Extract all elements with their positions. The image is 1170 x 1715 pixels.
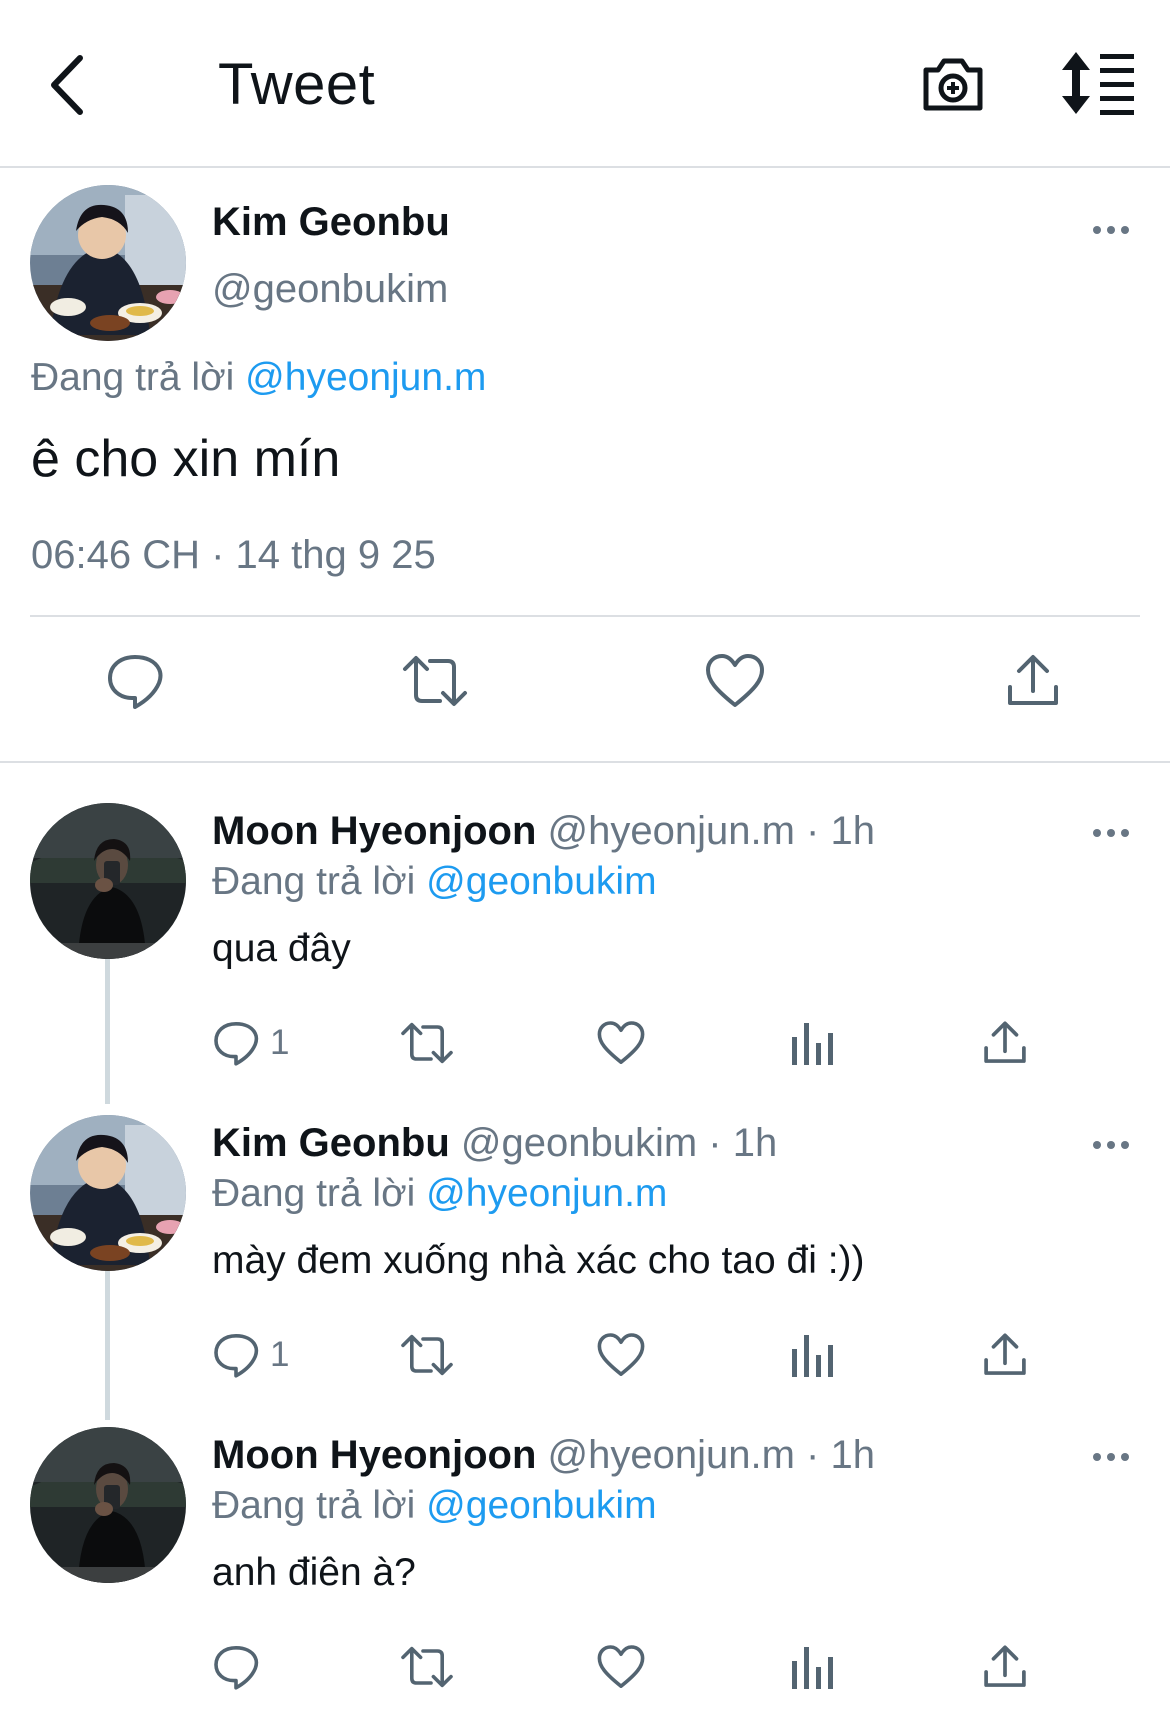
more-options-button[interactable] [1086, 1130, 1136, 1160]
replying-to-prefix: Đang trả lời [212, 1172, 416, 1215]
more-options-button[interactable] [1086, 215, 1136, 245]
divider [30, 615, 1140, 617]
reply-action-bar [212, 1637, 1072, 1697]
reply-button[interactable]: 1 [212, 1013, 289, 1073]
top-navigation-bar: Tweet [0, 0, 1170, 168]
heart-icon [597, 1021, 645, 1064]
more-options-button[interactable] [1086, 818, 1136, 848]
reply-button[interactable]: 1 [212, 1325, 289, 1385]
retweet-button[interactable] [400, 1637, 454, 1697]
replying-to-line: Đang trả lời @geonbukim [212, 1482, 657, 1530]
reply-bubble-icon [108, 655, 163, 709]
share-button[interactable] [982, 1013, 1028, 1073]
reply-tweet: Moon Hyeonjoon @hyeonjun.m · 1h Đang trả… [0, 1427, 1170, 1715]
heart-icon [597, 1645, 645, 1688]
more-options-button[interactable] [1086, 1442, 1136, 1472]
replying-to-mention[interactable]: @hyeonjun.m [245, 356, 486, 399]
reply-count: 1 [270, 1335, 290, 1374]
share-button[interactable] [998, 646, 1068, 716]
share-upload-icon [1008, 655, 1058, 705]
reply-text: qua đây [212, 927, 351, 970]
retweet-icon [401, 1646, 453, 1688]
retweet-button[interactable] [400, 646, 470, 716]
heart-icon [597, 1333, 645, 1376]
retweet-icon [403, 656, 467, 706]
reply-header: Kim Geonbu @geonbukim · 1h [212, 1119, 777, 1167]
reply-text: anh điên à? [212, 1551, 416, 1594]
author-handle[interactable]: @geonbukim [212, 265, 448, 313]
reply-tweet: Kim Geonbu @geonbukim · 1h Đang trả lời … [0, 1115, 1170, 1415]
more-dots-icon [1093, 1141, 1129, 1149]
more-dots-icon [1093, 1453, 1129, 1461]
share-button[interactable] [982, 1637, 1028, 1697]
like-button[interactable] [700, 646, 770, 716]
reply-button[interactable] [100, 646, 170, 716]
views-bar-chart-icon [792, 1023, 833, 1065]
views-bar-chart-icon [792, 1647, 833, 1689]
retweet-button[interactable] [400, 1013, 454, 1073]
views-button[interactable] [790, 1637, 834, 1697]
page-title: Tweet [218, 52, 376, 117]
reply-meta: @geonbukim · 1h [460, 1121, 778, 1165]
reply-button[interactable] [212, 1637, 270, 1697]
avatar-moon-hyeonjoon[interactable] [30, 803, 186, 959]
replying-to-prefix: Đang trả lời [31, 356, 235, 399]
reply-meta: @hyeonjun.m · 1h [547, 809, 875, 853]
back-button[interactable] [38, 50, 94, 120]
reply-header: Moon Hyeonjoon @hyeonjun.m · 1h [212, 1431, 875, 1479]
replying-to-line: Đang trả lời @hyeonjun.m [212, 1170, 667, 1218]
retweet-icon [401, 1022, 453, 1064]
share-upload-icon [984, 1333, 1026, 1375]
like-button[interactable] [597, 1325, 645, 1385]
sort-replies-button[interactable] [1060, 48, 1136, 118]
tweet-text: ê cho xin mín [31, 430, 341, 488]
reply-bubble-icon [214, 1334, 259, 1378]
share-upload-icon [984, 1645, 1026, 1687]
retweet-icon [401, 1334, 453, 1376]
replying-to-prefix: Đang trả lời [212, 860, 416, 903]
reply-count: 1 [270, 1023, 290, 1062]
chevron-left-icon [51, 55, 83, 115]
more-dots-icon [1093, 226, 1129, 234]
reply-action-bar: 1 [212, 1013, 1072, 1073]
share-button[interactable] [982, 1325, 1028, 1385]
reply-author-name[interactable]: Moon Hyeonjoon [212, 809, 536, 853]
camera-plus-icon [923, 58, 983, 111]
reply-author-name[interactable]: Kim Geonbu [212, 1121, 450, 1165]
main-tweet: Kim Geonbu @geonbukim Đang trả lời @hyeo… [0, 168, 1170, 763]
share-upload-icon [984, 1021, 1026, 1063]
avatar-kim-geonbu[interactable] [30, 1115, 186, 1271]
reply-action-bar: 1 [212, 1325, 1072, 1385]
reply-tweet: Moon Hyeonjoon @hyeonjun.m · 1h Đang trả… [0, 803, 1170, 1103]
replying-to-mention[interactable]: @geonbukim [426, 860, 656, 903]
more-dots-icon [1093, 829, 1129, 837]
heart-icon [706, 654, 764, 707]
views-bar-chart-icon [792, 1335, 833, 1377]
reply-author-name[interactable]: Moon Hyeonjoon [212, 1433, 536, 1477]
reply-text: mày đem xuống nhà xác cho tao đi :)) [212, 1239, 865, 1282]
like-button[interactable] [597, 1637, 645, 1697]
like-button[interactable] [597, 1013, 645, 1073]
retweet-button[interactable] [400, 1325, 454, 1385]
replying-to-prefix: Đang trả lời [212, 1484, 416, 1527]
reply-header: Moon Hyeonjoon @hyeonjun.m · 1h [212, 807, 875, 855]
replying-to-mention[interactable]: @geonbukim [426, 1484, 656, 1527]
author-name[interactable]: Kim Geonbu [212, 198, 450, 246]
reply-bubble-icon [214, 1646, 259, 1690]
views-button[interactable] [790, 1325, 834, 1385]
camera-button[interactable] [920, 50, 986, 116]
reply-bubble-icon [214, 1022, 259, 1066]
replying-to-line: Đang trả lời @hyeonjun.m [31, 353, 486, 403]
tweet-timestamp[interactable]: 06:46 CH · 14 thg 9 25 [31, 530, 436, 580]
avatar-kim-geonbu[interactable] [30, 185, 186, 341]
reply-meta: @hyeonjun.m · 1h [547, 1433, 875, 1477]
sort-replies-icon [1062, 52, 1134, 115]
views-button[interactable] [790, 1013, 834, 1073]
replying-to-line: Đang trả lời @geonbukim [212, 858, 657, 906]
replying-to-mention[interactable]: @hyeonjun.m [426, 1172, 667, 1215]
avatar-moon-hyeonjoon[interactable] [30, 1427, 186, 1583]
